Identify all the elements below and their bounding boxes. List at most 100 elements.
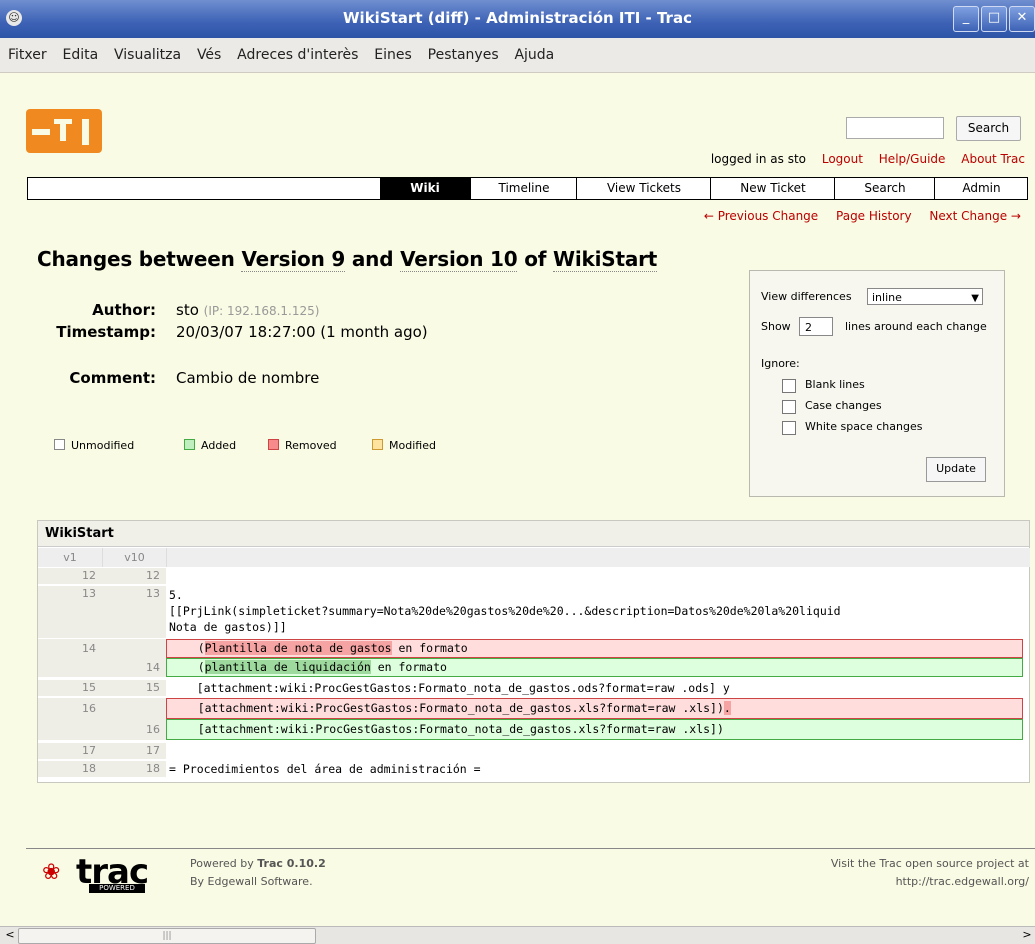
line-number-new: 17 (102, 743, 166, 759)
legend-unmodified: Unmodified (54, 439, 134, 452)
horizontal-scrollbar[interactable]: < ||| > (0, 926, 1035, 944)
footer-powered-by: Powered by Trac 0.10.2 By Edgewall Softw… (190, 855, 326, 891)
blank-lines-checkbox[interactable] (782, 379, 796, 393)
update-button[interactable]: Update (926, 457, 986, 482)
trac-version-link[interactable]: Trac 0.10.2 (257, 857, 325, 870)
legend-removed-swatch (268, 439, 279, 450)
search-button[interactable]: Search (956, 116, 1021, 141)
tab-search[interactable]: Search (834, 178, 935, 199)
window-titlebar: ☺ WikiStart (diff) - Administración ITI … (0, 0, 1035, 38)
tab-new-ticket[interactable]: New Ticket (710, 178, 835, 199)
timestamp-value: 20/03/07 18:27:00 (1 month ago) (176, 323, 428, 341)
footer-visit: Visit the Trac open source project at ht… (831, 855, 1029, 891)
tab-timeline[interactable]: Timeline (470, 178, 577, 199)
context-lines-input[interactable]: 2 (799, 317, 833, 336)
diff-added-highlight: plantilla de liquidación (204, 660, 371, 674)
tab-timeline-label: Timeline (498, 181, 550, 195)
close-button[interactable]: ✕ (1009, 6, 1035, 32)
powered-by-text: Powered by (190, 857, 258, 870)
page-history-link[interactable]: Page History (836, 209, 912, 223)
legend-added-swatch (184, 439, 195, 450)
diff-line (166, 568, 1029, 584)
comment-label: Comment: (69, 369, 156, 387)
menu-fitxer[interactable]: Fitxer (0, 38, 53, 72)
show-label: Show (761, 320, 791, 333)
context-nav: ← Previous Change Page History Next Chan… (690, 209, 1021, 223)
line-number-new: 13 (102, 586, 166, 638)
diff-line: = Procedimientos del área de administrac… (169, 762, 481, 776)
line-number-new: 15 (102, 680, 166, 696)
about-trac-link[interactable]: About Trac (961, 152, 1025, 166)
legend-added: Added (184, 439, 236, 452)
ignore-label: Ignore: (761, 357, 800, 370)
menu-visualitza[interactable]: Visualitza (108, 38, 187, 72)
view-differences-select[interactable]: inline ▼ (867, 288, 983, 305)
edgewall-text: By Edgewall Software. (190, 875, 313, 888)
diff-line: [attachment:wiki:ProcGestGastos:Formato_… (169, 681, 730, 695)
title-of: of (517, 247, 554, 271)
line-number-old: 15 (38, 680, 102, 696)
line-number-old: 17 (38, 743, 102, 759)
menu-ajuda[interactable]: Ajuda (508, 38, 560, 72)
line-number-old: 12 (38, 568, 102, 584)
menu-ves[interactable]: Vés (191, 38, 227, 72)
diff-text: ( (170, 641, 205, 655)
trac-header-logo[interactable] (26, 109, 102, 153)
diff-file-title: WikiStart (38, 521, 1029, 547)
view-differences-label: View differences (761, 290, 852, 303)
logout-link[interactable]: Logout (822, 152, 863, 166)
dropdown-arrow-icon: ▼ (971, 293, 979, 304)
menu-adreces[interactable]: Adreces d'interès (231, 38, 364, 72)
legend-added-label: Added (201, 439, 237, 452)
column-header-v1: v1 (38, 548, 102, 567)
wikistart-link[interactable]: WikiStart (553, 247, 657, 272)
maximize-button[interactable]: □ (981, 6, 1007, 32)
line-number-old: 14 (38, 639, 102, 658)
title-prefix: Changes between (37, 247, 242, 271)
diff-text: en formato (391, 641, 468, 655)
version-9-link[interactable]: Version 9 (241, 247, 345, 272)
next-change-link[interactable]: Next Change → (929, 209, 1021, 223)
window-title: WikiStart (diff) - Administración ITI - … (343, 9, 692, 27)
minimize-button[interactable]: _ (953, 6, 979, 32)
menu-eines[interactable]: Eines (368, 38, 418, 72)
comment-value: Cambio de nombre (176, 369, 320, 387)
menu-pestanyes[interactable]: Pestanyes (422, 38, 505, 72)
diff-table: WikiStart v1 v10 12 12 13 13 5. [[PrjLin… (37, 520, 1030, 783)
line-number-new (102, 698, 166, 719)
tab-view-tickets[interactable]: View Tickets (576, 178, 711, 199)
diff-text: ( (170, 660, 205, 674)
scroll-right-icon[interactable]: > (1019, 927, 1035, 943)
diff-line: 5. (169, 588, 183, 602)
previous-change-link[interactable]: ← Previous Change (704, 209, 818, 223)
case-changes-checkbox[interactable] (782, 400, 796, 414)
column-header-v10: v10 (102, 548, 166, 567)
line-number-old (38, 719, 102, 740)
trac-site-link[interactable]: http://trac.edgewall.org/ (831, 873, 1029, 891)
blank-lines-label: Blank lines (805, 378, 865, 391)
line-number-old (38, 658, 102, 677)
white-space-label: White space changes (805, 420, 923, 433)
diff-line-wrapped: [[PrjLink(simpleticket?summary=Nota%20de… (169, 604, 841, 618)
search-input[interactable] (846, 117, 944, 139)
tab-admin[interactable]: Admin (934, 178, 1028, 199)
white-space-checkbox[interactable] (782, 421, 796, 435)
line-number-old: 13 (38, 586, 102, 638)
trac-powered-logo[interactable]: ❀ trac POWERED (42, 852, 154, 894)
help-guide-link[interactable]: Help/Guide (879, 152, 946, 166)
line-number-old: 18 (38, 761, 102, 777)
tab-admin-label: Admin (962, 181, 1001, 195)
tab-wiki[interactable]: Wiki (380, 178, 470, 199)
legend-unmodified-label: Unmodified (71, 439, 135, 452)
meta-nav: logged in as sto Logout Help/Guide About… (699, 152, 1025, 166)
tab-search-label: Search (864, 181, 906, 195)
line-number-new: 12 (102, 568, 166, 584)
column-header-code (166, 548, 1030, 567)
case-changes-label: Case changes (805, 399, 882, 412)
diff-text: [attachment:wiki:ProcGestGastos:Formato_… (170, 701, 724, 715)
menu-edita[interactable]: Edita (56, 38, 104, 72)
version-10-link[interactable]: Version 10 (400, 247, 518, 272)
diff-line-added: [attachment:wiki:ProcGestGastos:Formato_… (166, 719, 1023, 740)
scrollbar-thumb[interactable]: ||| (18, 928, 316, 944)
scroll-left-icon[interactable]: < (2, 927, 18, 943)
